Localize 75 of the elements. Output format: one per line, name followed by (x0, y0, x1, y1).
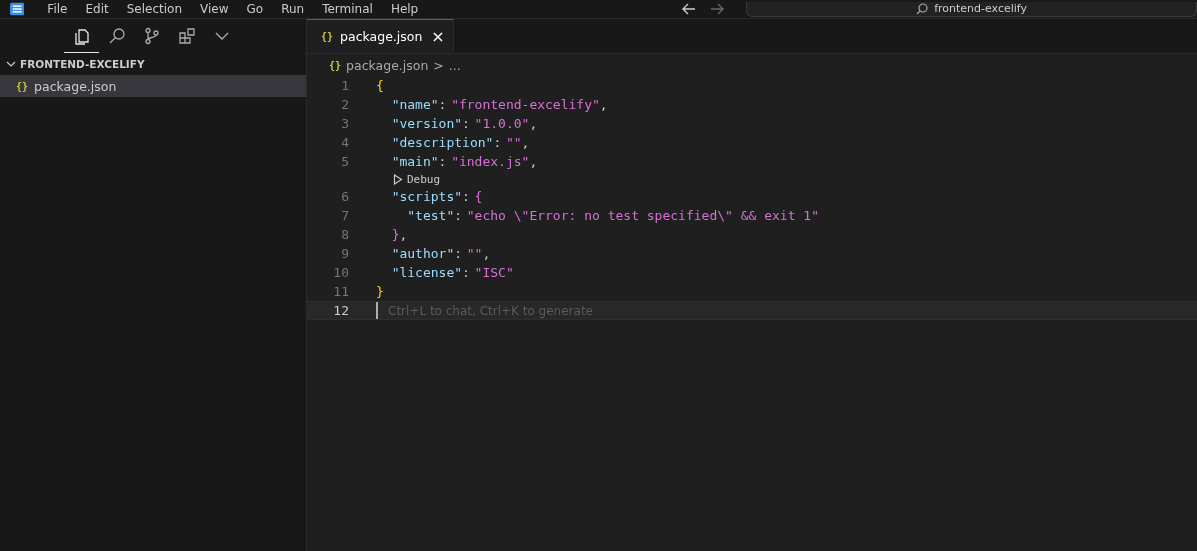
folder-header[interactable]: FRONTEND-EXCELIFY (0, 53, 306, 75)
code-token: : (454, 246, 463, 261)
line-number: 6 (340, 189, 349, 204)
code-token: : (462, 265, 470, 280)
app-logo-icon (10, 2, 25, 16)
editor-tab[interactable]: {} package.json × (307, 19, 454, 53)
line-number: 12 (332, 303, 349, 318)
menu-item[interactable]: File (38, 2, 77, 16)
code-token: "test" (407, 208, 455, 223)
json-file-icon: {} (16, 80, 29, 92)
menu-item[interactable]: Go (237, 2, 273, 16)
line-number: 5 (340, 154, 349, 169)
code-token: "echo \"Error: no test specified\" && exit 1" (466, 208, 819, 223)
search-icon (107, 26, 126, 45)
branch-icon (142, 26, 161, 45)
code-token: { (376, 78, 384, 93)
code-token: , (399, 227, 408, 242)
code-token: : (438, 154, 447, 169)
menu-item[interactable]: View (191, 2, 238, 16)
code-token: : (462, 116, 470, 131)
menu-item[interactable]: Edit (76, 2, 118, 16)
code-token: "license" (391, 265, 463, 280)
menu-item[interactable]: Terminal (313, 2, 382, 16)
code-token: } (376, 284, 384, 299)
code-token: "description" (391, 135, 494, 150)
code-token: { (474, 189, 483, 204)
code-token: "" (466, 246, 483, 261)
explorer-tree-item[interactable]: {} package.json (0, 75, 306, 97)
command-center-field[interactable]: frontend-excelify (746, 1, 1197, 17)
line-number: 3 (340, 116, 349, 131)
line-number: 9 (340, 246, 349, 261)
chevron-down-icon (6, 59, 16, 69)
line-number: 2 (340, 97, 349, 112)
code-token: "frontend-excelify" (451, 97, 600, 112)
menu-item[interactable]: Selection (117, 2, 191, 16)
line-number: 8 (340, 227, 349, 242)
code-token: "author" (391, 246, 455, 261)
menu-item[interactable]: Run (272, 2, 314, 16)
json-file-icon: {} (321, 31, 334, 42)
code-token: , (482, 246, 491, 261)
extensions-icon (177, 26, 196, 45)
code-token: : (454, 208, 463, 223)
code-token: "index.js" (451, 154, 530, 169)
code-token: "" (505, 135, 522, 150)
line-number: 4 (340, 135, 349, 150)
line-number: 1 (340, 78, 349, 93)
search-icon (916, 2, 929, 15)
debug-codelens[interactable]: Debug (393, 172, 441, 186)
code-token: , (529, 116, 538, 131)
code-token: "1.0.0" (474, 116, 530, 131)
code-token: : (438, 97, 447, 112)
code-token: , (599, 97, 608, 112)
line-number: 7 (340, 208, 349, 223)
code-token: "ISC" (474, 265, 514, 280)
code-token: } (391, 227, 400, 242)
menu-item[interactable]: Help (381, 2, 428, 16)
code-token: : (462, 189, 470, 204)
breadcrumb-separator: > (433, 57, 444, 73)
code-token: "main" (391, 154, 439, 169)
code-token: : (493, 135, 502, 150)
code-token: "name" (391, 97, 439, 112)
code-token: , (521, 135, 530, 150)
code-token: , (529, 154, 538, 169)
line-number: 10 (332, 265, 349, 280)
breadcrumb-item[interactable]: ... (448, 57, 461, 73)
line-number: 11 (332, 284, 349, 299)
json-file-icon: {} (329, 59, 342, 71)
forward-arrow-icon[interactable] (710, 3, 725, 15)
breadcrumb-item[interactable]: package.json (346, 57, 429, 73)
code-token: "scripts" (391, 189, 463, 204)
close-icon[interactable]: × (431, 27, 445, 46)
play-icon (393, 173, 403, 185)
files-icon (72, 26, 91, 45)
code-token: "version" (391, 116, 463, 131)
back-arrow-icon[interactable] (682, 3, 697, 15)
